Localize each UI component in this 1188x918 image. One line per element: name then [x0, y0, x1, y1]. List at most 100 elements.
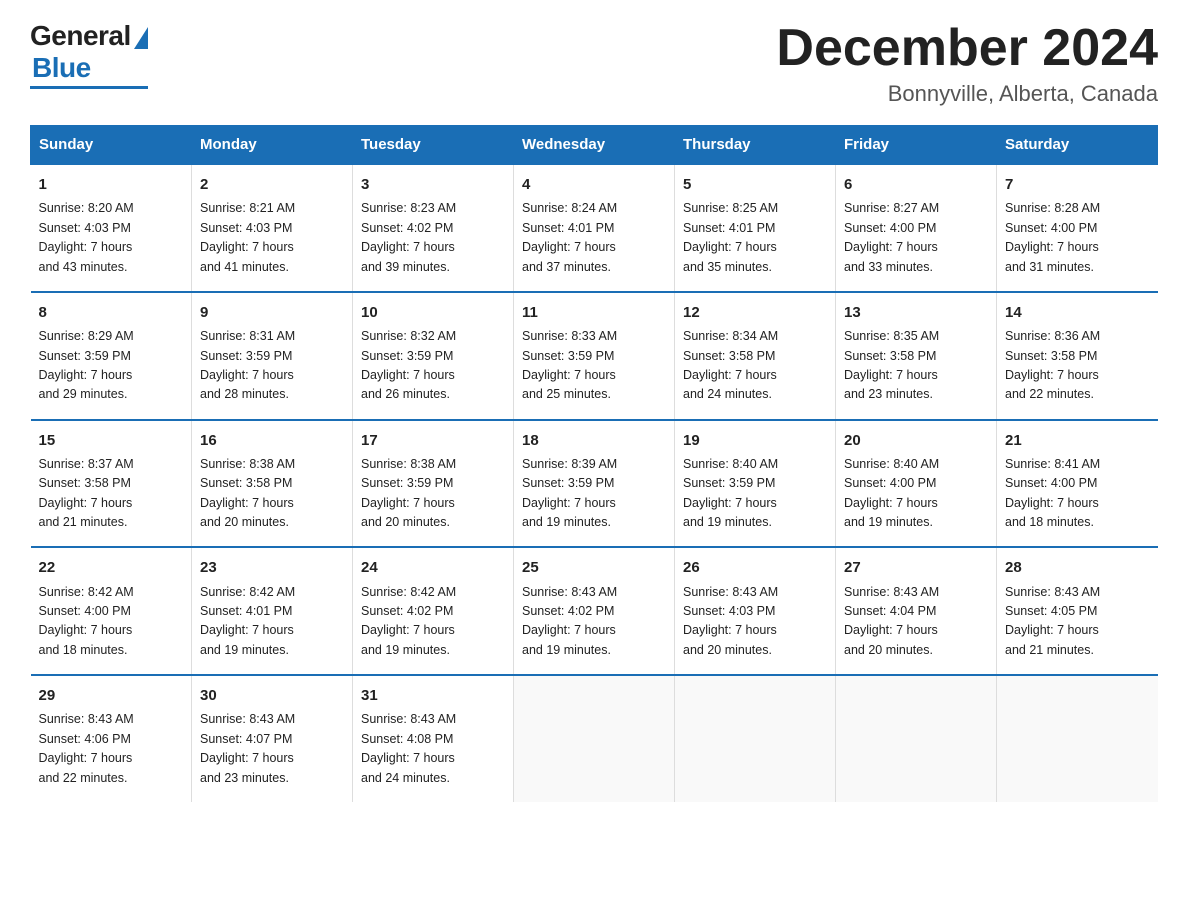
- calendar-cell: 17Sunrise: 8:38 AMSunset: 3:59 PMDayligh…: [353, 420, 514, 548]
- calendar-cell: 26Sunrise: 8:43 AMSunset: 4:03 PMDayligh…: [675, 547, 836, 675]
- day-number: 13: [844, 301, 988, 324]
- day-info-line: Daylight: 7 hours: [522, 238, 666, 257]
- day-info-line: Sunrise: 8:43 AM: [200, 710, 344, 729]
- day-info-line: Sunset: 3:59 PM: [683, 474, 827, 493]
- calendar-cell: 30 Sunrise: 8:43 AMSunset: 4:07 PMDayligh…: [192, 675, 353, 802]
- day-info-line: Sunset: 3:59 PM: [522, 474, 666, 493]
- calendar-cell: 15Sunrise: 8:37 AMSunset: 3:58 PMDayligh…: [31, 420, 192, 548]
- calendar-week-row: 15Sunrise: 8:37 AMSunset: 3:58 PMDayligh…: [31, 420, 1158, 548]
- day-info-line: Sunrise: 8:40 AM: [683, 455, 827, 474]
- day-info-line: and 22 minutes.: [39, 769, 184, 788]
- day-info-line: and 43 minutes.: [39, 258, 184, 277]
- day-info-line: and 20 minutes.: [361, 513, 505, 532]
- day-info-line: Sunrise: 8:27 AM: [844, 199, 988, 218]
- day-info-line: Sunset: 3:59 PM: [522, 347, 666, 366]
- day-info-line: Sunset: 3:58 PM: [39, 474, 184, 493]
- day-info-line: Sunrise: 8:34 AM: [683, 327, 827, 346]
- day-number: 17: [361, 429, 505, 452]
- calendar-cell: 6Sunrise: 8:27 AMSunset: 4:00 PMDaylight…: [836, 164, 997, 292]
- day-info-line: Sunset: 4:01 PM: [522, 219, 666, 238]
- day-info-line: Sunset: 3:58 PM: [1005, 347, 1150, 366]
- day-number: 21: [1005, 429, 1150, 452]
- col-header-wednesday: Wednesday: [514, 126, 675, 165]
- day-info-line: Daylight: 7 hours: [683, 366, 827, 385]
- day-info-line: Sunrise: 8:42 AM: [39, 583, 184, 602]
- day-info-line: Daylight: 7 hours: [844, 366, 988, 385]
- title-block: December 2024 Bonnyville, Alberta, Canad…: [776, 20, 1158, 107]
- day-info-line: Daylight: 7 hours: [200, 494, 344, 513]
- day-info-line: Sunrise: 8:43 AM: [361, 710, 505, 729]
- day-info-line: Sunrise: 8:21 AM: [200, 199, 344, 218]
- day-number: 20: [844, 429, 988, 452]
- day-number: 7: [1005, 173, 1150, 196]
- day-info-line: and 22 minutes.: [1005, 385, 1150, 404]
- day-number: 30: [200, 684, 344, 707]
- location-title: Bonnyville, Alberta, Canada: [776, 81, 1158, 107]
- calendar-cell: 11Sunrise: 8:33 AMSunset: 3:59 PMDayligh…: [514, 292, 675, 420]
- day-info-line: Sunrise: 8:40 AM: [844, 455, 988, 474]
- day-number: 31: [361, 684, 505, 707]
- day-info-line: Sunset: 4:03 PM: [200, 219, 344, 238]
- day-info-line: Sunrise: 8:42 AM: [200, 583, 344, 602]
- day-info-line: and 41 minutes.: [200, 258, 344, 277]
- day-number: 28: [1005, 556, 1150, 579]
- day-info-line: Sunset: 4:00 PM: [1005, 474, 1150, 493]
- calendar-cell: 8Sunrise: 8:29 AMSunset: 3:59 PMDaylight…: [31, 292, 192, 420]
- day-info-line: and 23 minutes.: [844, 385, 988, 404]
- col-header-friday: Friday: [836, 126, 997, 165]
- calendar-cell: 24Sunrise: 8:42 AMSunset: 4:02 PMDayligh…: [353, 547, 514, 675]
- day-info-line: Sunset: 4:02 PM: [361, 219, 505, 238]
- day-number: 12: [683, 301, 827, 324]
- day-info-line: and 37 minutes.: [522, 258, 666, 277]
- day-info-line: Sunrise: 8:42 AM: [361, 583, 505, 602]
- day-info-line: Sunset: 4:07 PM: [200, 730, 344, 749]
- day-info-line: and 39 minutes.: [361, 258, 505, 277]
- day-info-line: and 26 minutes.: [361, 385, 505, 404]
- day-number: 10: [361, 301, 505, 324]
- day-info-line: Daylight: 7 hours: [522, 366, 666, 385]
- day-info-line: Daylight: 7 hours: [683, 494, 827, 513]
- day-info-line: Sunset: 4:03 PM: [683, 602, 827, 621]
- day-info-line: Daylight: 7 hours: [844, 238, 988, 257]
- calendar-cell: [514, 675, 675, 802]
- calendar-week-row: 8Sunrise: 8:29 AMSunset: 3:59 PMDaylight…: [31, 292, 1158, 420]
- day-info-line: Sunset: 3:59 PM: [361, 347, 505, 366]
- day-info-line: and 19 minutes.: [522, 513, 666, 532]
- day-info-line: Sunset: 3:58 PM: [844, 347, 988, 366]
- day-info-line: and 23 minutes.: [200, 769, 344, 788]
- day-info-line: Daylight: 7 hours: [39, 621, 184, 640]
- day-info-line: Daylight: 7 hours: [1005, 494, 1150, 513]
- day-info-line: and 33 minutes.: [844, 258, 988, 277]
- day-info-line: Sunset: 4:01 PM: [200, 602, 344, 621]
- day-info-line: Daylight: 7 hours: [683, 238, 827, 257]
- day-info-line: Daylight: 7 hours: [200, 621, 344, 640]
- day-info-line: Daylight: 7 hours: [361, 621, 505, 640]
- calendar-cell: 10Sunrise: 8:32 AMSunset: 3:59 PMDayligh…: [353, 292, 514, 420]
- day-info-line: and 18 minutes.: [39, 641, 184, 660]
- day-info-line: and 21 minutes.: [39, 513, 184, 532]
- day-info-line: Daylight: 7 hours: [200, 749, 344, 768]
- day-info-line: Sunrise: 8:35 AM: [844, 327, 988, 346]
- col-header-sunday: Sunday: [31, 126, 192, 165]
- day-info-line: Sunrise: 8:41 AM: [1005, 455, 1150, 474]
- day-info-line: Sunrise: 8:24 AM: [522, 199, 666, 218]
- day-info-line: Daylight: 7 hours: [1005, 238, 1150, 257]
- day-info-line: Sunrise: 8:39 AM: [522, 455, 666, 474]
- day-info-line: Sunrise: 8:31 AM: [200, 327, 344, 346]
- calendar-cell: 28Sunrise: 8:43 AMSunset: 4:05 PMDayligh…: [997, 547, 1158, 675]
- calendar-cell: 14Sunrise: 8:36 AMSunset: 3:58 PMDayligh…: [997, 292, 1158, 420]
- calendar-cell: 4 Sunrise: 8:24 AMSunset: 4:01 PMDaylight…: [514, 164, 675, 292]
- day-info-line: Sunset: 4:03 PM: [39, 219, 184, 238]
- day-info-line: and 20 minutes.: [200, 513, 344, 532]
- day-info-line: Sunrise: 8:38 AM: [361, 455, 505, 474]
- day-number: 4: [522, 173, 666, 196]
- calendar-cell: 25Sunrise: 8:43 AMSunset: 4:02 PMDayligh…: [514, 547, 675, 675]
- day-info-line: and 18 minutes.: [1005, 513, 1150, 532]
- logo-general-text: General: [30, 20, 131, 52]
- day-info-line: Daylight: 7 hours: [1005, 621, 1150, 640]
- day-info-line: Sunset: 4:02 PM: [361, 602, 505, 621]
- calendar-cell: 31Sunrise: 8:43 AMSunset: 4:08 PMDayligh…: [353, 675, 514, 802]
- day-info-line: and 35 minutes.: [683, 258, 827, 277]
- day-info-line: Daylight: 7 hours: [844, 494, 988, 513]
- day-info-line: Sunset: 3:59 PM: [200, 347, 344, 366]
